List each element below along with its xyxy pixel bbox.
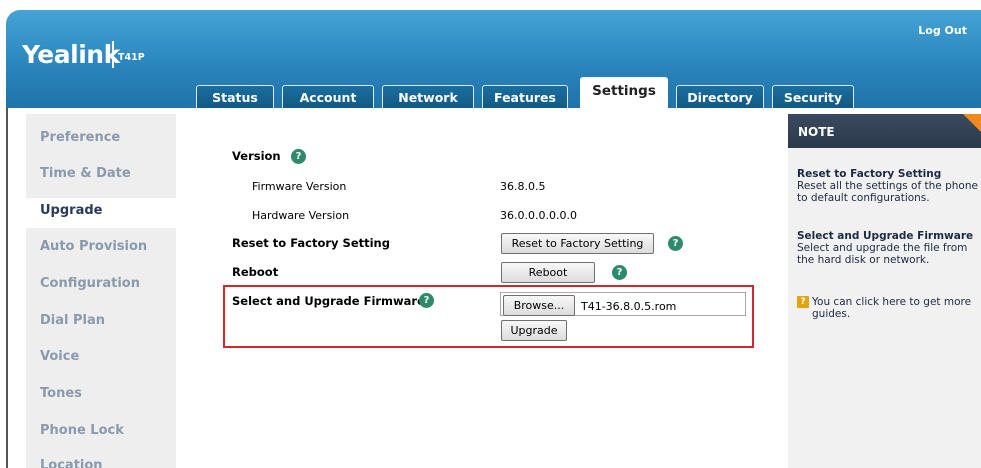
yealink-logo: Yealink	[22, 40, 120, 69]
sidebar-item-configuration[interactable]: Configuration	[40, 276, 140, 291]
tab-security[interactable]: Security	[772, 85, 854, 108]
firmware-version-label: Firmware Version	[252, 180, 347, 193]
header-bar: Yealink T41P Log Out Status Account Netw…	[6, 10, 981, 108]
guide-book-icon[interactable]: ?	[797, 296, 809, 308]
reset-help-icon[interactable]: ?	[668, 236, 683, 251]
version-heading: Version	[232, 149, 281, 163]
hardware-version-value: 36.0.0.0.0.0.0	[500, 209, 577, 222]
note-upgrade-heading: Select and Upgrade Firmware	[797, 230, 974, 242]
logout-link[interactable]: Log Out	[918, 24, 967, 37]
note-upgrade-text: Select and upgrade the file from the har…	[797, 242, 968, 266]
tab-settings[interactable]: Settings	[580, 77, 668, 108]
sidebar: Preference Time & Date Upgrade Auto Prov…	[26, 114, 176, 468]
upgrade-highlight-box	[223, 285, 754, 348]
reset-factory-label: Reset to Factory Setting	[232, 236, 390, 250]
reboot-help-icon[interactable]: ?	[612, 265, 627, 280]
sidebar-item-auto-provision[interactable]: Auto Provision	[40, 239, 147, 254]
model-label: T41P	[118, 52, 145, 63]
sidebar-item-location[interactable]: Location	[40, 458, 103, 468]
note-corner-tab	[963, 114, 981, 132]
reboot-button[interactable]: Reboot	[501, 262, 595, 283]
sidebar-item-phone-lock[interactable]: Phone Lock	[40, 423, 124, 438]
sidebar-item-upgrade[interactable]: Upgrade	[40, 203, 102, 218]
note-reset-text: Reset all the settings of the phone to d…	[797, 180, 978, 204]
firmware-version-value: 36.8.0.5	[500, 180, 546, 193]
note-header: NOTE	[788, 114, 981, 148]
version-help-icon[interactable]: ?	[291, 149, 306, 164]
tab-directory[interactable]: Directory	[676, 85, 764, 108]
note-reset-heading: Reset to Factory Setting	[797, 168, 942, 180]
tab-status[interactable]: Status	[196, 85, 274, 108]
sidebar-item-voice[interactable]: Voice	[40, 349, 79, 364]
reboot-label: Reboot	[232, 265, 279, 279]
note-panel: NOTE Reset to Factory Setting Reset all …	[788, 114, 981, 468]
hardware-version-label: Hardware Version	[252, 209, 350, 222]
logo-separator	[112, 41, 114, 68]
tab-account[interactable]: Account	[282, 85, 374, 108]
tab-network[interactable]: Network	[382, 85, 474, 108]
frame-left-border	[6, 108, 8, 468]
note-guide-link[interactable]: You can click here to get more guides.	[812, 296, 972, 320]
reset-factory-button[interactable]: Reset to Factory Setting	[501, 233, 654, 254]
sidebar-item-time-date[interactable]: Time & Date	[40, 166, 131, 181]
tab-features[interactable]: Features	[482, 85, 568, 108]
note-title: NOTE	[798, 125, 835, 139]
sidebar-item-preference[interactable]: Preference	[40, 130, 120, 145]
sidebar-item-tones[interactable]: Tones	[40, 386, 82, 401]
sidebar-item-dial-plan[interactable]: Dial Plan	[40, 313, 105, 328]
